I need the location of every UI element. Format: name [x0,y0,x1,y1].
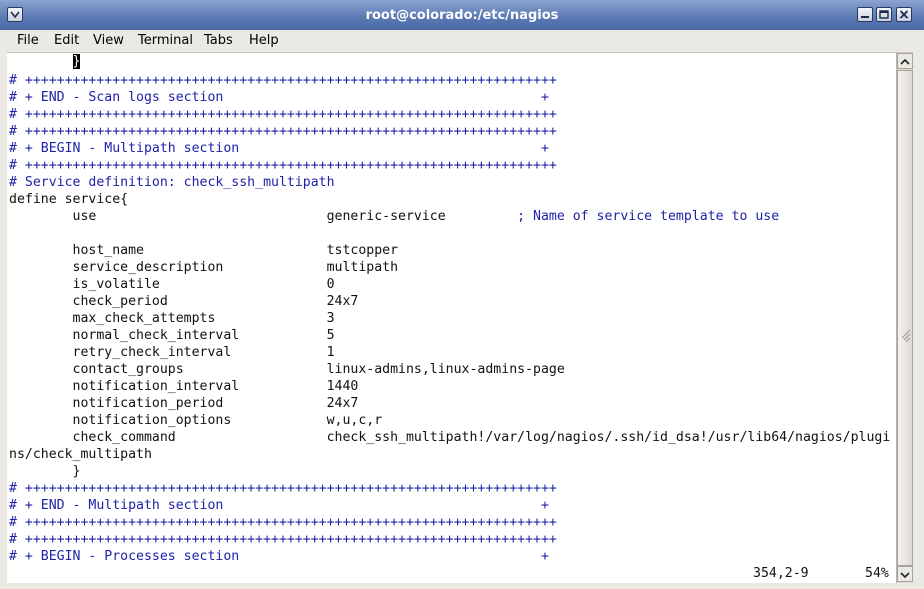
line-text: define service{ [9,192,129,207]
comment-line: # + END - Scan logs section + [9,89,549,106]
arrow-down-icon [900,572,910,579]
line-text: # ++++++++++++++++++++++++++++++++++++++… [9,532,557,547]
code-line: } [9,463,81,480]
cursor-position: 354,2-9 [753,566,809,581]
line-text: # ++++++++++++++++++++++++++++++++++++++… [9,107,557,122]
comment-line: # + BEGIN - Processes section + [9,548,549,565]
menu-view[interactable]: View [93,33,124,48]
menu-terminal[interactable]: Terminal [138,33,193,48]
line-text: check_period 24x7 [9,294,359,309]
close-button[interactable] [896,7,912,22]
scroll-percent: 54% [865,566,889,581]
comment-line: # ++++++++++++++++++++++++++++++++++++++… [9,157,557,174]
line-text: contact_groups linux-admins,linux-admins… [9,362,565,377]
minimize-icon [861,16,869,18]
comment-line: # ++++++++++++++++++++++++++++++++++++++… [9,531,557,548]
text-cursor: } [72,54,81,69]
menu-edit[interactable]: Edit [54,33,79,48]
code-line: max_check_attempts 3 [9,310,335,327]
line-text: # ++++++++++++++++++++++++++++++++++++++… [9,158,557,173]
comment-line: # ++++++++++++++++++++++++++++++++++++++… [9,123,557,140]
code-line: check_command check_ssh_multipath!/var/l… [9,429,891,446]
line-text: normal_check_interval 5 [9,328,335,343]
line-text: use generic-service [9,209,446,224]
line-text: # + BEGIN - Processes section + [9,549,549,564]
code-line: define service{ [9,191,128,208]
terminal-text-area[interactable]: } # ++++++++++++++++++++++++++++++++++++… [7,53,896,583]
line-text: } [9,464,81,479]
window-frame-bottom [0,583,924,589]
title-bar[interactable]: root@colorado:/etc/nagios [0,0,924,31]
inline-comment: ; Name of service template to use [445,209,780,224]
menu-bar: File Edit View Terminal Tabs Help [0,30,924,53]
maximize-icon [879,10,889,19]
code-line: retry_check_interval 1 [9,344,335,361]
line-text: notification_interval 1440 [9,379,359,394]
line-text: host_name tstcopper [9,243,399,258]
line-text: # ++++++++++++++++++++++++++++++++++++++… [9,481,557,496]
line-text: notification_options w,u,c,r [9,413,383,428]
menu-help[interactable]: Help [249,33,279,48]
code-line: notification_interval 1440 [9,378,359,395]
code-line: use generic-service ; Name of service te… [9,208,780,225]
code-line: normal_check_interval 5 [9,327,335,344]
line-text: # + BEGIN - Multipath section + [9,141,549,156]
code-line: contact_groups linux-admins,linux-admins… [9,361,565,378]
code-line: service_description multipath [9,259,399,276]
line-text: is_volatile 0 [9,277,335,292]
menu-tabs[interactable]: Tabs [204,33,233,48]
grip-icon [901,329,911,343]
line-text: check_command check_ssh_multipath!/var/l… [9,430,891,445]
line-text: # ++++++++++++++++++++++++++++++++++++++… [9,73,557,88]
comment-line: # + END - Multipath section + [9,497,549,514]
code-line: notification_period 24x7 [9,395,359,412]
code-line: notification_options w,u,c,r [9,412,383,429]
minimize-button[interactable] [857,7,873,22]
window-frame-right [913,52,924,589]
code-line: is_volatile 0 [9,276,335,293]
close-icon [899,10,909,19]
code-line: host_name tstcopper [9,242,399,259]
line-text: ns/check_multipath [9,447,152,462]
line-text: max_check_attempts 3 [9,311,335,326]
line-text: # Service definition: check_ssh_multipat… [9,175,335,190]
window-title: root@colorado:/etc/nagios [365,8,559,23]
vertical-scrollbar[interactable] [896,53,913,583]
comment-line: # ++++++++++++++++++++++++++++++++++++++… [9,514,557,531]
comment-line: # Service definition: check_ssh_multipat… [9,174,335,191]
maximize-button[interactable] [876,7,892,22]
comment-line: # ++++++++++++++++++++++++++++++++++++++… [9,72,557,89]
line-text: # + END - Scan logs section + [9,90,549,105]
line-text: notification_period 24x7 [9,396,359,411]
code-line: ns/check_multipath [9,446,152,463]
line-text: retry_check_interval 1 [9,345,335,360]
menu-file[interactable]: File [17,33,39,48]
comment-line: # + BEGIN - Multipath section + [9,140,549,157]
terminal-line-cursor: } [9,53,81,70]
scroll-down-button[interactable] [897,566,913,582]
arrow-up-icon [900,58,910,65]
line-text: # + END - Multipath section + [9,498,549,513]
line-text: service_description multipath [9,260,399,275]
line-text: # ++++++++++++++++++++++++++++++++++++++… [9,515,557,530]
scroll-up-button[interactable] [897,53,913,69]
code-line: check_period 24x7 [9,293,359,310]
comment-line: # ++++++++++++++++++++++++++++++++++++++… [9,480,557,497]
line-text: # ++++++++++++++++++++++++++++++++++++++… [9,124,557,139]
comment-line: # ++++++++++++++++++++++++++++++++++++++… [9,106,557,123]
window-frame-left [0,52,7,589]
scroll-thumb[interactable] [897,70,913,566]
